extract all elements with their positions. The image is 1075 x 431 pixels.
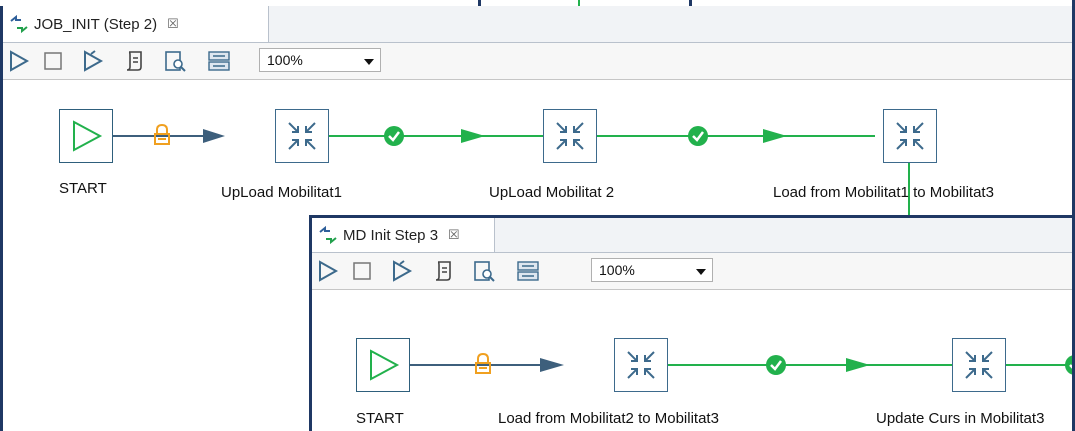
upload-mobilitat2-node[interactable]: [543, 109, 597, 163]
node-label: UpLoad Mobilitat1: [221, 184, 342, 201]
inspect-icon[interactable]: [163, 49, 187, 73]
zoom-select[interactable]: 100%: [591, 258, 713, 282]
subjob-icon: [965, 351, 993, 379]
toolbar: 100%: [3, 43, 1075, 80]
job-canvas: START Load from Mobilitat2 to Mobilitat3…: [312, 290, 1072, 431]
stop-icon[interactable]: [41, 49, 65, 73]
zoom-value: 100%: [599, 262, 635, 278]
subjob-icon: [556, 122, 584, 150]
update-curs-node[interactable]: [952, 338, 1006, 392]
node-label: Load from Mobilitat2 to Mobilitat3: [498, 410, 719, 427]
tab-bar: JOB_INIT (Step 2) ☒: [3, 6, 1075, 43]
job-icon: [9, 14, 29, 34]
tab-job-init[interactable]: JOB_INIT (Step 2) ☒: [3, 6, 269, 42]
start-icon: [73, 120, 103, 152]
subjob-icon: [627, 351, 655, 379]
start-icon: [370, 349, 400, 381]
close-icon[interactable]: ☒: [167, 16, 179, 32]
tab-bar: MD Init Step 3 ☒: [312, 218, 1072, 253]
inspect-icon[interactable]: [472, 259, 496, 283]
node-label: START: [59, 180, 107, 197]
script-icon[interactable]: [123, 49, 147, 73]
node-label: UpLoad Mobilitat 2: [489, 184, 615, 201]
zoom-select[interactable]: 100%: [259, 48, 381, 72]
chevron-down-icon: [696, 269, 706, 275]
upload-mobilitat1-node[interactable]: [275, 109, 329, 163]
subjob-icon: [896, 122, 924, 150]
run-icon[interactable]: [7, 49, 31, 73]
toolbar: 100%: [312, 253, 1072, 290]
node-label: Load from Mobilitat1 to Mobilitat3: [773, 184, 994, 201]
node-label: START: [356, 410, 404, 427]
layout-icon[interactable]: [516, 259, 540, 283]
load-mobilitat1-to-3-node[interactable]: [883, 109, 937, 163]
debug-run-icon[interactable]: [81, 49, 105, 73]
tab-md-init-step3[interactable]: MD Init Step 3 ☒: [312, 218, 495, 252]
debug-run-icon[interactable]: [390, 259, 414, 283]
node-label: Update Curs in Mobilitat3: [876, 410, 1045, 427]
tab-title: JOB_INIT (Step 2): [34, 15, 158, 33]
zoom-value: 100%: [267, 52, 303, 68]
run-icon[interactable]: [316, 259, 340, 283]
tab-title: MD Init Step 3: [343, 226, 439, 244]
job-editor-panel-2: MD Init Step 3 ☒ 100% START Load from Mo…: [309, 215, 1075, 431]
subjob-icon: [288, 122, 316, 150]
script-icon[interactable]: [432, 259, 456, 283]
start-node[interactable]: [59, 109, 113, 163]
load-mobilitat2-to-3-node[interactable]: [614, 338, 668, 392]
start-node[interactable]: [356, 338, 410, 392]
close-icon[interactable]: ☒: [448, 227, 460, 243]
layout-icon[interactable]: [207, 49, 231, 73]
job-icon: [318, 225, 338, 245]
chevron-down-icon: [364, 59, 374, 65]
stop-icon[interactable]: [350, 259, 374, 283]
